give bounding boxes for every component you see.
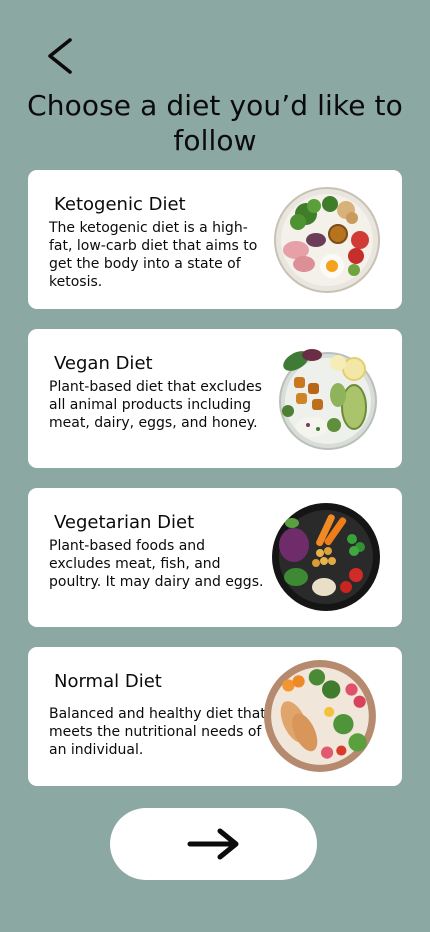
diet-card-description: Balanced and healthy diet that meets the… [49,706,266,758]
diet-card-title: Vegan Diet [54,353,153,374]
vegan-food-bowl-image [279,349,377,450]
diet-card-description: Plant-based foods and excludes meat, fis… [49,538,264,590]
back-button[interactable] [44,36,80,76]
diet-card-title: Vegetarian Diet [54,512,195,533]
diet-card-vegan[interactable]: Vegan Diet Plant-based diet that exclude… [28,329,402,468]
diet-card-vegetarian[interactable]: Vegetarian Diet Plant-based foods and ex… [28,488,402,627]
chevron-left-icon [48,38,72,74]
normal-food-bowl-image [264,660,376,772]
page-title: Choose a diet you’d like to follow [27,89,403,157]
diet-card-normal[interactable]: Normal Diet Balanced and healthy diet th… [28,647,402,786]
diet-card-description: The ketogenic diet is a high-fat, low-ca… [49,220,258,290]
diet-card-title: Ketogenic Diet [54,194,186,215]
arrow-right-icon [187,828,239,860]
keto-food-bowl-image [274,187,380,293]
next-button[interactable] [110,808,317,880]
diet-card-description: Plant-based diet that excludes all anima… [49,379,262,431]
vegetarian-food-bowl-image [272,503,380,611]
diet-card-ketogenic[interactable]: Ketogenic Diet The ketogenic diet is a h… [28,170,402,309]
diet-card-title: Normal Diet [54,671,162,692]
